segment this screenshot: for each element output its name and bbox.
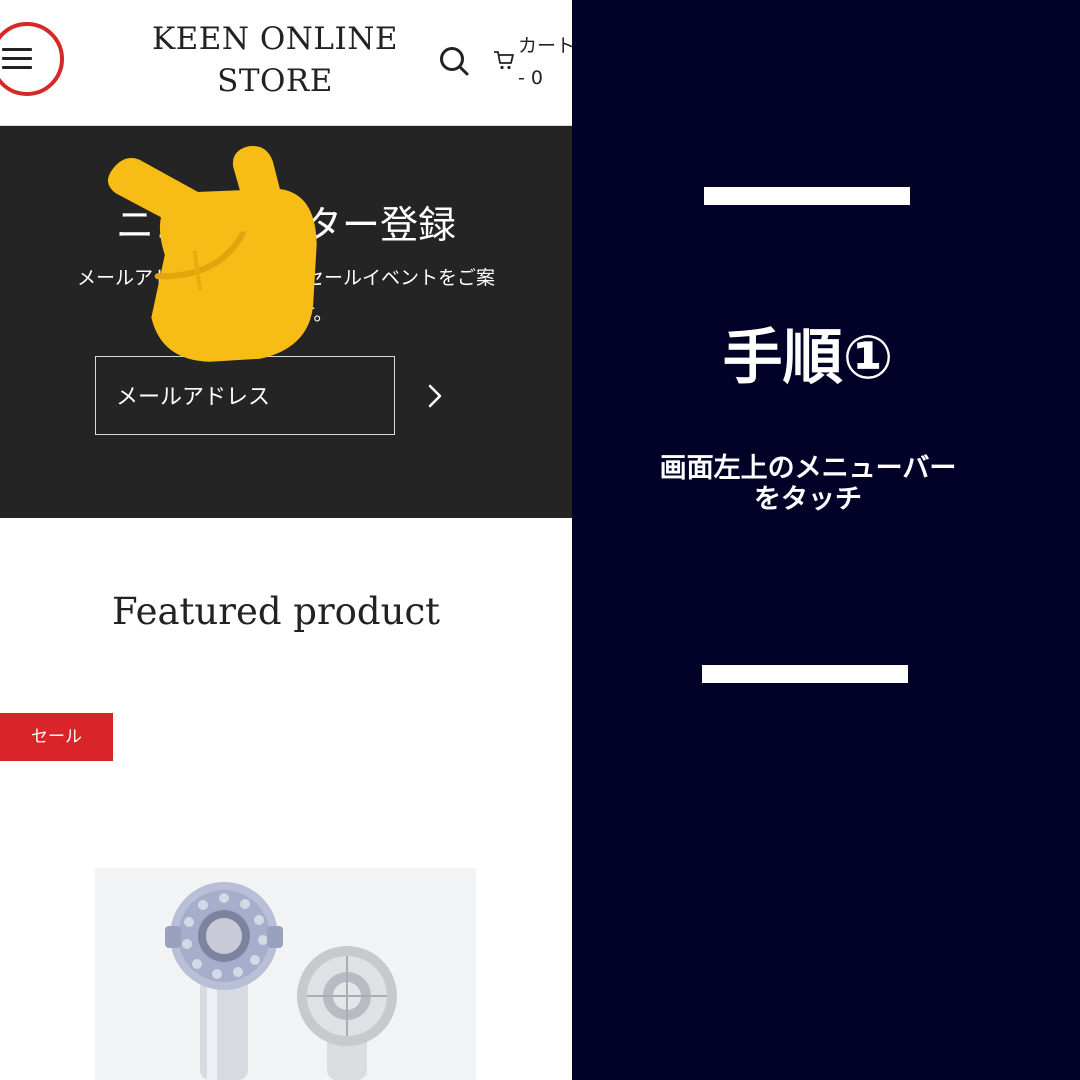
instruction-panel: 手順① 画面左上のメニューバー をタッチ (572, 0, 1080, 1080)
decorative-bar-bottom (702, 665, 908, 683)
product-image[interactable] (95, 868, 476, 1080)
cart-label[interactable]: カート - 0 (518, 30, 572, 94)
pointing-hand-icon (108, 145, 317, 362)
search-icon[interactable] (438, 45, 470, 77)
sale-badge: セール (0, 713, 113, 761)
shower-head-illustration (95, 868, 476, 1080)
chevron-right-icon[interactable] (420, 378, 450, 414)
menu-icon[interactable] (2, 48, 32, 70)
store-title[interactable]: KEEN ONLINE STORE (150, 18, 400, 102)
cart-icon[interactable] (492, 48, 516, 72)
phone-screenshot: KEEN ONLINE STORE カート - 0 ニュースレター登録 メールア… (0, 0, 572, 1080)
decorative-bar-top (704, 187, 910, 205)
step-description: 画面左上のメニューバー をタッチ (659, 453, 957, 515)
store-header: KEEN ONLINE STORE カート - 0 (0, 0, 572, 126)
featured-product-title: Featured product (111, 590, 441, 633)
step-title: 手順① (722, 323, 894, 393)
email-placeholder: メールアドレス (116, 385, 271, 410)
